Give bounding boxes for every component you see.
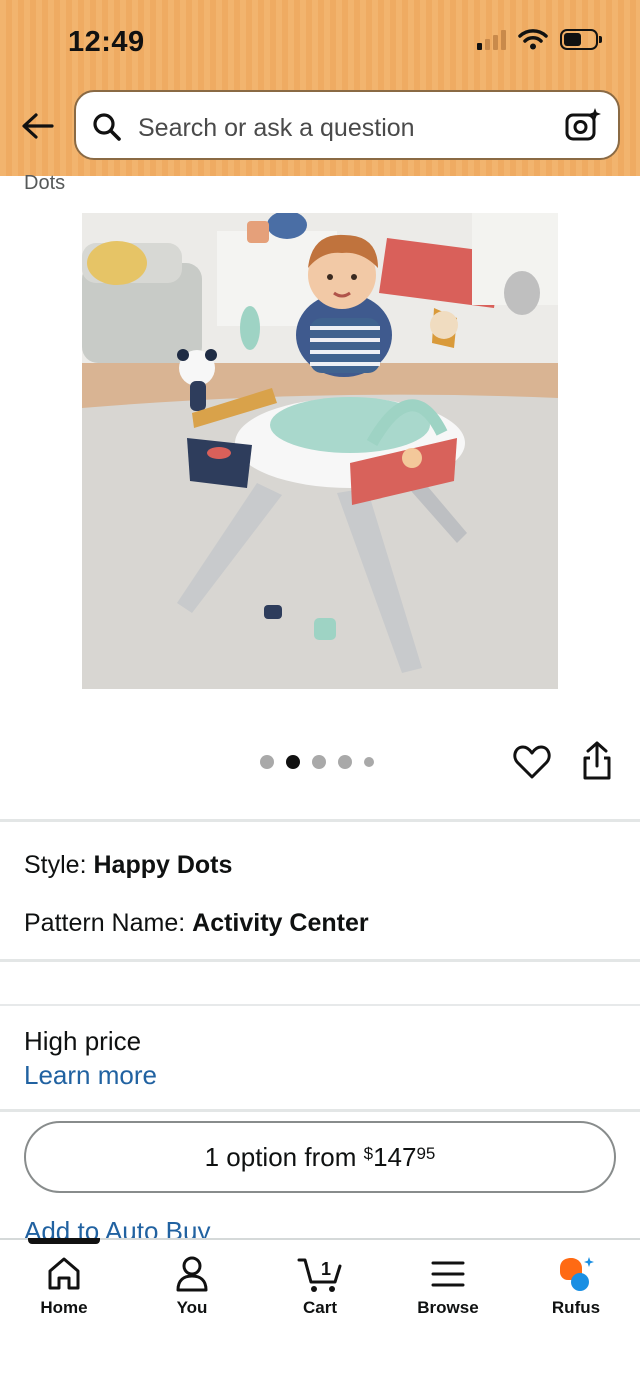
app-header: 12:49 Search or ask a question: [0, 0, 640, 176]
nav-browse[interactable]: Browse: [393, 1254, 503, 1318]
product-photo-illustration: [82, 213, 558, 689]
style-row: Style: Happy Dots: [24, 851, 232, 880]
bottom-navigation: Home You 1 Cart Browse Rufus: [0, 1238, 640, 1386]
cart-icon: 1: [297, 1258, 342, 1292]
nav-you-label: You: [176, 1298, 208, 1317]
back-arrow-icon[interactable]: [18, 108, 58, 148]
section-divider: [0, 959, 640, 962]
heart-icon[interactable]: [512, 742, 552, 782]
carousel-dot-active[interactable]: [286, 755, 300, 769]
section-divider: [0, 1109, 640, 1112]
status-icons: [477, 28, 602, 50]
section-divider: [0, 1004, 640, 1006]
cellular-signal-icon: [477, 28, 506, 50]
search-icon: [93, 113, 121, 141]
high-price-label: High price: [24, 1026, 142, 1056]
carousel-dot[interactable]: [260, 755, 274, 769]
battery-icon: [560, 28, 602, 50]
nav-cart[interactable]: 1 Cart: [265, 1254, 375, 1318]
nav-home[interactable]: Home: [9, 1254, 119, 1318]
home-icon: [48, 1257, 80, 1290]
style-value: Happy Dots: [93, 851, 233, 879]
product-title-partial: Dots: [24, 172, 66, 194]
rufus-icon: [560, 1257, 594, 1291]
person-icon: [176, 1256, 208, 1292]
carousel-dot[interactable]: [364, 757, 374, 767]
wifi-icon: [518, 29, 548, 50]
active-tab-indicator: [28, 1238, 100, 1244]
price-dollars: 147: [373, 1141, 417, 1172]
learn-more-link[interactable]: Learn more: [24, 1060, 157, 1091]
search-placeholder: Search or ask a question: [138, 114, 415, 142]
nav-rufus-label: Rufus: [551, 1298, 601, 1317]
product-image[interactable]: [82, 213, 558, 689]
menu-icon: [431, 1261, 465, 1287]
status-time: 12:49: [68, 26, 145, 58]
image-carousel-dots[interactable]: [260, 755, 374, 769]
carousel-dot[interactable]: [312, 755, 326, 769]
camera-search-icon[interactable]: [564, 106, 602, 144]
carousel-dot[interactable]: [338, 755, 352, 769]
pattern-row: Pattern Name: Activity Center: [24, 909, 369, 938]
share-icon[interactable]: [578, 740, 616, 782]
section-divider: [0, 819, 640, 822]
nav-browse-label: Browse: [417, 1298, 479, 1317]
nav-you[interactable]: You: [137, 1254, 247, 1318]
pattern-label: Pattern Name:: [24, 909, 186, 937]
nav-home-label: Home: [40, 1298, 88, 1317]
nav-cart-label: Cart: [302, 1298, 337, 1317]
nav-rufus[interactable]: Rufus: [521, 1254, 631, 1318]
search-input[interactable]: Search or ask a question: [74, 90, 620, 160]
buying-options-button[interactable]: 1 option from $147 95: [24, 1121, 616, 1193]
style-label: Style:: [24, 851, 87, 879]
option-prefix: 1 option from: [204, 1141, 364, 1172]
cart-count: 1: [321, 1259, 331, 1279]
pattern-value: Activity Center: [192, 909, 369, 937]
